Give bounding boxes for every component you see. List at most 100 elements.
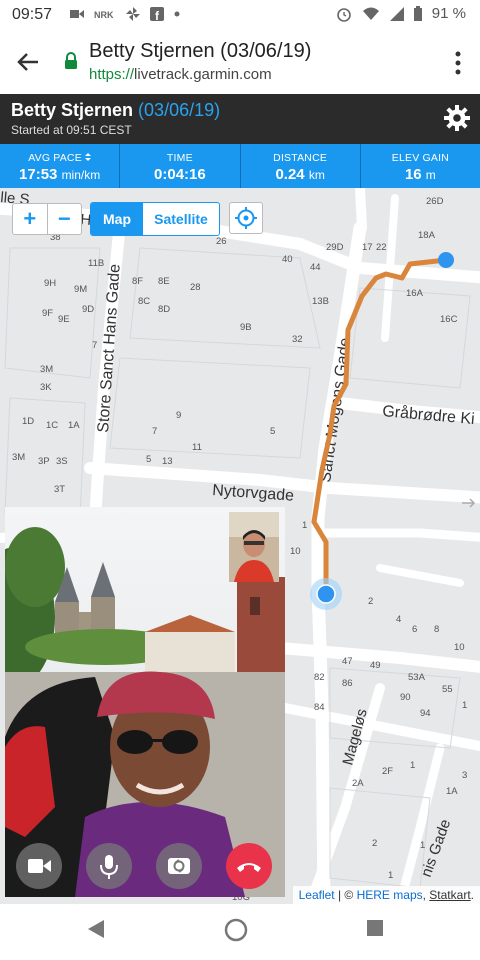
stat-distance: DISTANCE 0.24 km [241, 144, 361, 188]
house-number: 53A [408, 672, 426, 683]
house-number: 82 [314, 672, 325, 683]
house-number: 6 [412, 624, 417, 635]
house-number: 1D [22, 416, 34, 427]
athlete-name-text: Betty Stjernen [11, 100, 134, 120]
stat-value: 16 [404, 166, 422, 183]
house-number: 11B [88, 258, 104, 269]
house-number: 40 [282, 254, 293, 265]
house-number: 5 [146, 454, 151, 465]
signal-icon [389, 6, 404, 21]
nav-recents-icon[interactable] [366, 918, 384, 938]
house-number: 86 [342, 678, 353, 689]
stat-value: 17:53 [19, 166, 58, 183]
session-date: (03/06/19) [138, 100, 221, 120]
street-label-grabrodre: Gråbrødre Ki [382, 402, 476, 428]
nav-back-icon[interactable] [86, 918, 106, 940]
back-arrow-icon[interactable] [14, 48, 42, 76]
house-number: 8E [158, 276, 170, 287]
self-view-video[interactable] [229, 512, 279, 582]
more-menu-icon[interactable] [450, 48, 466, 78]
end-call-icon [237, 863, 261, 872]
house-number: 2A [352, 778, 364, 789]
url-host: livetrack.garmin.com [134, 66, 272, 83]
url-scheme: https:// [89, 66, 135, 83]
house-number: 9D [82, 304, 94, 315]
self-view-frame [229, 512, 279, 582]
house-number: 13B [312, 296, 329, 307]
here-maps-link[interactable]: HERE maps [357, 888, 423, 902]
end-call-button[interactable] [226, 843, 272, 889]
house-number: 1C [46, 420, 58, 431]
house-number: 17 [362, 242, 373, 253]
house-number: 4 [396, 614, 401, 625]
house-number: 1 [302, 520, 307, 531]
stat-label: TIME [166, 152, 193, 164]
house-number: 3M [40, 364, 53, 375]
stat-label: ELEV GAIN [391, 152, 449, 164]
house-number: 13 [162, 456, 173, 467]
statkart-link[interactable]: Statkart [429, 888, 470, 902]
house-number: 3 [462, 770, 467, 781]
house-number: 49 [370, 660, 381, 671]
current-position-marker[interactable] [316, 584, 336, 604]
house-number: 2 [372, 838, 377, 849]
house-number: 9H [44, 278, 56, 289]
house-number: 55 [442, 684, 453, 695]
house-number: 1 [462, 700, 467, 711]
camera-toggle-button[interactable] [16, 843, 62, 889]
stat-label: DISTANCE [273, 152, 328, 164]
stat-elev-gain: ELEV GAIN 16 m [361, 144, 480, 188]
house-number: 10 [454, 642, 465, 653]
house-number: 84 [314, 702, 325, 713]
zoom-in-button[interactable]: + [13, 204, 48, 234]
attribution-period: . [470, 888, 474, 902]
house-number: 90 [400, 692, 411, 703]
lock-icon [65, 52, 77, 69]
house-number: 3M [12, 452, 25, 463]
house-number: 9 [176, 410, 181, 421]
house-number: 8C [138, 296, 150, 307]
leaflet-link[interactable]: Leaflet [299, 888, 335, 902]
stat-unit: min/km [61, 168, 101, 182]
browser-bar: Betty Stjernen (03/06/19) https://livetr… [0, 30, 480, 95]
stat-label: AVG PACE [28, 152, 82, 164]
page-url[interactable]: https://livetrack.garmin.com [89, 66, 272, 83]
zoom-out-button[interactable]: − [48, 204, 82, 234]
status-bar: 09:57 NRK f 91 % [0, 0, 480, 30]
video-icon [70, 10, 84, 18]
stat-avg-pace[interactable]: AVG PACE 17:53 min/km [0, 144, 121, 188]
microphone-icon [100, 855, 118, 879]
house-number: 1A [446, 786, 458, 797]
nav-home-icon[interactable] [224, 918, 248, 942]
attribution-sep: | © [334, 888, 357, 902]
house-number: 22 [376, 242, 387, 253]
house-number: 16A [406, 288, 424, 299]
layer-toggle: Map Satellite [90, 202, 220, 236]
locate-button[interactable] [229, 202, 263, 234]
layer-map-button[interactable]: Map [91, 203, 143, 235]
stat-value-row: 17:53 min/km [0, 166, 119, 183]
sort-icon[interactable] [85, 153, 92, 161]
started-time: Started at 09:51 CEST [11, 123, 132, 137]
track-end-marker[interactable] [438, 252, 454, 268]
camera-icon [28, 859, 51, 873]
house-number: 8 [434, 624, 439, 635]
house-number: 3K [40, 382, 52, 393]
house-number: 8D [158, 304, 170, 315]
mute-button[interactable] [86, 843, 132, 889]
house-number: 94 [420, 708, 431, 719]
house-number: 3T [54, 484, 65, 495]
house-number: 32 [292, 334, 303, 345]
status-time: 09:57 [12, 6, 53, 23]
layer-satellite-button[interactable]: Satellite [143, 203, 219, 235]
house-number: 1 [388, 870, 393, 881]
switch-camera-button[interactable] [156, 843, 202, 889]
house-number: 16C [440, 314, 458, 325]
page-title[interactable]: Betty Stjernen (03/06/19) [89, 40, 311, 63]
stats-bar: AVG PACE 17:53 min/km TIME 0:04:16 DISTA… [0, 144, 480, 188]
gear-icon[interactable] [444, 105, 470, 131]
house-number: 3P [38, 456, 50, 467]
nrk-icon: NRK [94, 10, 114, 19]
house-number: 2F [382, 766, 393, 777]
house-number: 26 [216, 236, 227, 247]
